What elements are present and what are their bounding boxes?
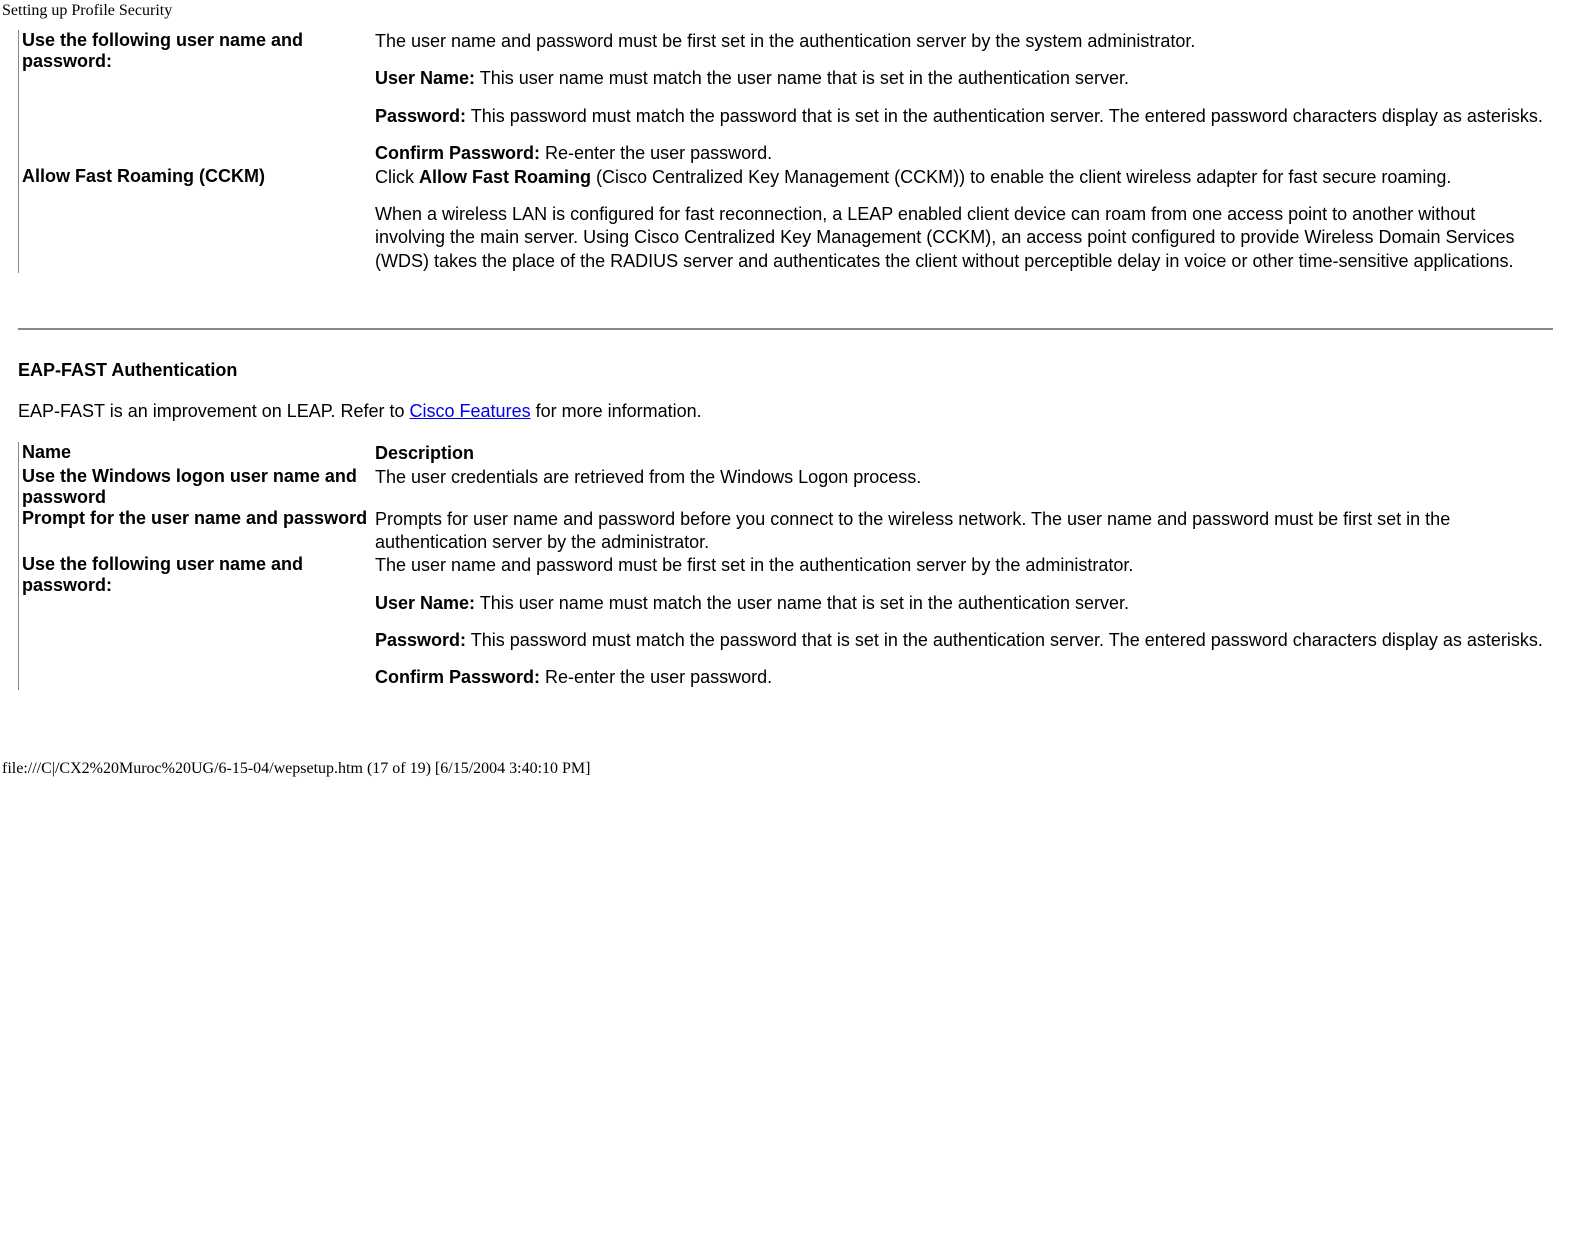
field-label: User Name: (375, 593, 475, 613)
paragraph-gap (375, 189, 1550, 203)
table-row: Prompt for the user name and passwordPro… (19, 508, 1553, 555)
paragraph-gap (375, 128, 1549, 142)
intro-text-before: EAP-FAST is an improvement on LEAP. Refe… (18, 401, 410, 421)
description-text: When a wireless LAN is configured for fa… (375, 204, 1514, 271)
top-options-table: Use the following user name and password… (18, 30, 1553, 273)
option-name: Prompt for the user name and password (19, 508, 376, 555)
divider (18, 328, 1553, 330)
description-text: (Cisco Centralized Key Management (CCKM)… (591, 167, 1451, 187)
eapfast-options-table: Name Description Use the Windows logon u… (18, 442, 1553, 690)
description-cell: Prompts for user name and password befor… (375, 508, 1553, 555)
column-header-desc-text: Description (375, 443, 474, 463)
description-text: The user name and password must be first… (375, 31, 1195, 51)
option-name: Use the Windows logon user name and pass… (19, 466, 376, 508)
field-text: Re-enter the user password. (540, 667, 772, 687)
column-header-name: Name (19, 442, 376, 465)
field-text: This password must match the password th… (466, 106, 1543, 126)
description-cell: The user credentials are retrieved from … (375, 466, 1553, 508)
table-row: Use the following user name and password… (19, 30, 1553, 166)
field-text: This user name must match the user name … (475, 593, 1129, 613)
intro-text-after: for more information. (531, 401, 702, 421)
field-text: This password must match the password th… (466, 630, 1543, 650)
field-label: Confirm Password: (375, 667, 540, 687)
field-label: Password: (375, 630, 466, 650)
field-label: User Name: (375, 68, 475, 88)
option-name: Use the following user name and password… (19, 30, 376, 166)
description-cell: The user name and password must be first… (375, 554, 1553, 690)
description-text: Click (375, 167, 419, 187)
description-text: Prompts for user name and password befor… (375, 509, 1450, 552)
table-row: Use the following user name and password… (19, 554, 1553, 690)
eapfast-intro: EAP-FAST is an improvement on LEAP. Refe… (18, 401, 1553, 422)
description-text: The user name and password must be first… (375, 555, 1133, 575)
table-header-row: Name Description (19, 442, 1553, 465)
paragraph-gap (375, 53, 1549, 67)
description-cell: Click Allow Fast Roaming (Cisco Centrali… (375, 166, 1553, 274)
description-text: The user credentials are retrieved from … (375, 467, 921, 487)
field-text: Re-enter the user password. (540, 143, 772, 163)
paragraph-gap (375, 578, 1550, 592)
option-name: Allow Fast Roaming (CCKM) (19, 166, 376, 274)
cisco-features-link[interactable]: Cisco Features (410, 401, 531, 421)
paragraph-gap (375, 652, 1550, 666)
paragraph-gap (375, 615, 1550, 629)
bold-term: Allow Fast Roaming (419, 167, 591, 187)
table-row: Allow Fast Roaming (CCKM)Click Allow Fas… (19, 166, 1553, 274)
column-header-desc: Description (375, 442, 1553, 465)
page-title: Setting up Profile Security (0, 2, 1553, 20)
option-name: Use the following user name and password… (19, 554, 376, 690)
section-heading-eapfast: EAP-FAST Authentication (18, 360, 1553, 381)
field-text: This user name must match the user name … (475, 68, 1129, 88)
table-row: Use the Windows logon user name and pass… (19, 466, 1553, 508)
footer-path: file:///C|/CX2%20Muroc%20UG/6-15-04/weps… (0, 760, 1553, 778)
field-label: Confirm Password: (375, 143, 540, 163)
description-cell: The user name and password must be first… (375, 30, 1553, 166)
paragraph-gap (375, 91, 1549, 105)
field-label: Password: (375, 106, 466, 126)
